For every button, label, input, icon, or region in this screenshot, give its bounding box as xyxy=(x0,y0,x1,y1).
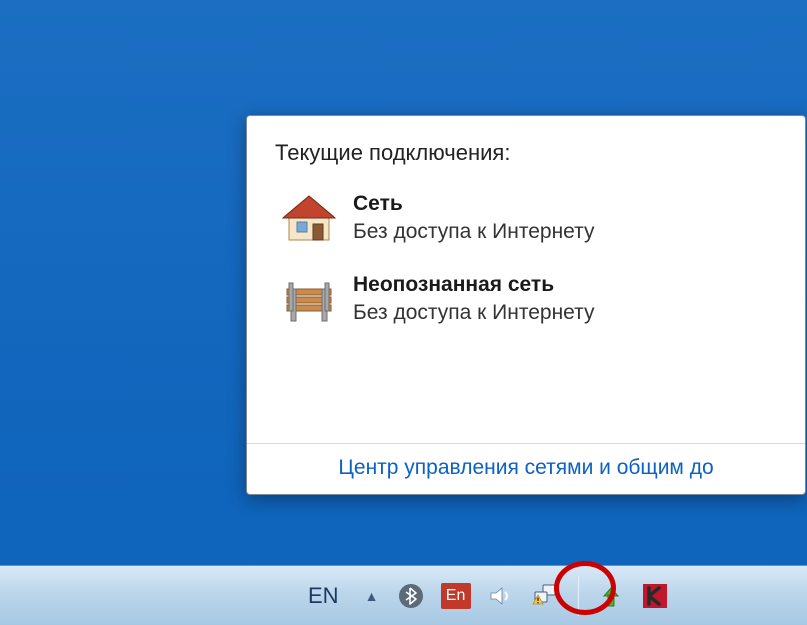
tray-separator xyxy=(577,576,579,616)
show-hidden-icons[interactable]: ▲ xyxy=(363,588,381,604)
language-indicator[interactable]: EN xyxy=(300,583,347,609)
connection-text: Сеть Без доступа к Интернету xyxy=(353,190,595,247)
popup-title: Текущие подключения: xyxy=(275,140,777,166)
update-arrow-icon[interactable] xyxy=(597,582,625,610)
punto-switcher-icon[interactable]: En xyxy=(441,583,471,609)
network-tray-icon[interactable] xyxy=(531,582,559,610)
house-icon xyxy=(281,190,337,246)
bluetooth-icon[interactable] xyxy=(397,582,425,610)
network-sharing-center-link[interactable]: Центр управления сетями и общим до xyxy=(275,456,777,480)
network-flyout: Текущие подключения: Сеть Без доступа к … xyxy=(246,115,806,495)
divider xyxy=(247,443,805,444)
connection-status: Без доступа к Интернету xyxy=(353,218,595,246)
connection-status: Без доступа к Интернету xyxy=(353,299,595,327)
bench-icon xyxy=(281,271,337,327)
connection-name: Неопознанная сеть xyxy=(353,271,595,299)
connection-list: Сеть Без доступа к Интернету Неопознанна… xyxy=(275,184,777,345)
connection-text: Неопознанная сеть Без доступа к Интернет… xyxy=(353,271,595,328)
kaspersky-icon[interactable] xyxy=(641,582,669,610)
connection-item-network[interactable]: Сеть Без доступа к Интернету xyxy=(275,184,777,265)
volume-icon[interactable] xyxy=(487,582,515,610)
connection-name: Сеть xyxy=(353,190,595,218)
connection-item-unidentified[interactable]: Неопознанная сеть Без доступа к Интернет… xyxy=(275,265,777,346)
taskbar: EN ▲ En xyxy=(0,565,807,625)
punto-label: En xyxy=(446,587,466,605)
